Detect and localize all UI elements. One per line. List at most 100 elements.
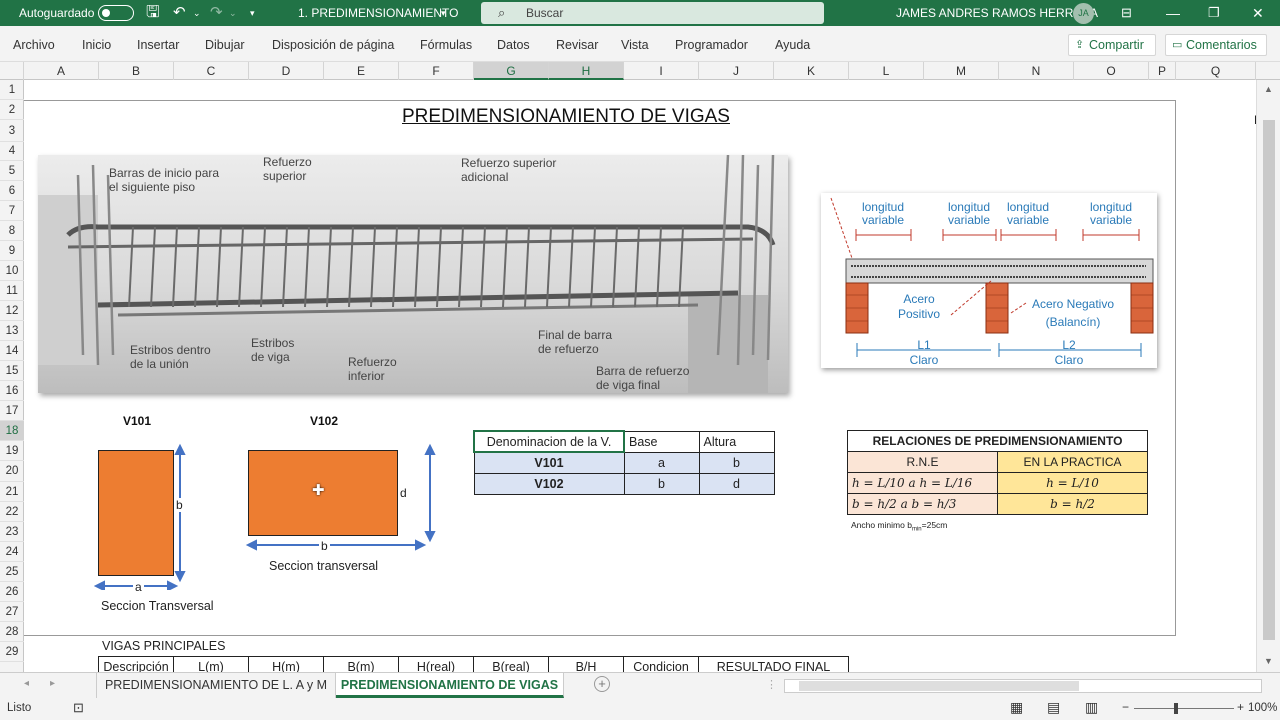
table-cell[interactable]: a bbox=[623, 451, 700, 474]
splitter-icon[interactable]: ⋮ bbox=[766, 678, 777, 691]
redo-dropdown-icon[interactable]: ⌄ bbox=[229, 0, 237, 26]
column-header[interactable]: D bbox=[249, 62, 324, 80]
tab-inicio[interactable]: Inicio bbox=[82, 26, 111, 62]
scroll-thumb[interactable] bbox=[1263, 120, 1275, 640]
column-header[interactable]: J bbox=[699, 62, 774, 80]
close-icon[interactable]: ✕ bbox=[1252, 0, 1264, 26]
row-header[interactable]: 20 bbox=[0, 461, 24, 482]
vertical-scrollbar[interactable]: ▲ ▼ bbox=[1256, 80, 1280, 672]
table-header-cell[interactable]: B(real) bbox=[473, 656, 549, 672]
tab-datos[interactable]: Datos bbox=[497, 26, 530, 62]
row-header[interactable]: 14 bbox=[0, 341, 24, 361]
accessibility-icon[interactable]: ⊡ bbox=[73, 700, 84, 716]
table-header-cell-selected[interactable]: Denominacion de la V. bbox=[473, 430, 625, 453]
zoom-out-icon[interactable]: − bbox=[1122, 700, 1129, 714]
table-header-cell[interactable]: Base bbox=[623, 430, 700, 453]
row-header[interactable]: 18 bbox=[0, 421, 24, 441]
table-cell[interactable]: d bbox=[698, 472, 775, 495]
row-header[interactable]: 13 bbox=[0, 321, 24, 341]
row-header[interactable]: 16 bbox=[0, 381, 24, 401]
column-header[interactable]: Q bbox=[1176, 62, 1256, 80]
column-header[interactable]: I bbox=[624, 62, 699, 80]
ribbon-display-icon[interactable]: ⊟ bbox=[1121, 0, 1132, 26]
column-header[interactable]: B bbox=[99, 62, 174, 80]
prev-sheet-icon[interactable]: ◂ bbox=[24, 678, 29, 689]
column-header[interactable]: N bbox=[999, 62, 1074, 80]
zoom-slider-handle[interactable] bbox=[1174, 703, 1178, 714]
column-header[interactable]: C bbox=[174, 62, 249, 80]
relations-header-rne[interactable]: R.N.E bbox=[847, 451, 998, 473]
column-header[interactable]: M bbox=[924, 62, 999, 80]
row-header[interactable]: 24 bbox=[0, 542, 24, 562]
table-cell[interactable]: V102 bbox=[473, 472, 625, 495]
undo-icon[interactable]: ↶ bbox=[173, 0, 186, 26]
column-header[interactable]: P bbox=[1149, 62, 1176, 80]
table-header-cell[interactable]: RESULTADO FINAL bbox=[698, 656, 849, 672]
table-header-cell[interactable]: H(m) bbox=[248, 656, 324, 672]
row-header[interactable]: 26 bbox=[0, 582, 24, 602]
horizontal-scrollbar[interactable] bbox=[784, 679, 1262, 693]
save-icon[interactable]: 🖫 bbox=[146, 0, 160, 26]
tab-disposicion[interactable]: Disposición de página bbox=[272, 26, 394, 62]
tab-dibujar[interactable]: Dibujar bbox=[205, 26, 245, 62]
search-box[interactable]: ⌕ Buscar bbox=[481, 2, 824, 24]
column-header[interactable]: F bbox=[399, 62, 474, 80]
sheet-tab-active[interactable]: PREDIMENSIONAMIENTO DE VIGAS bbox=[336, 673, 564, 698]
row-header[interactable]: 15 bbox=[0, 361, 24, 381]
row-header[interactable]: 23 bbox=[0, 522, 24, 542]
scroll-down-icon[interactable]: ▼ bbox=[1264, 656, 1273, 666]
normal-view-icon[interactable]: ▦ bbox=[1010, 699, 1023, 716]
column-header-selected[interactable]: H bbox=[549, 62, 624, 80]
relations-cell[interactable]: h = L/10 bbox=[997, 472, 1148, 494]
table-header-cell[interactable]: Condicion bbox=[623, 656, 699, 672]
tab-archivo[interactable]: Archivo bbox=[13, 26, 55, 62]
autosave-toggle[interactable] bbox=[98, 5, 134, 21]
relations-cell[interactable]: b = h/2 a b = h/3 bbox=[847, 493, 998, 515]
row-header[interactable]: 27 bbox=[0, 602, 24, 622]
redo-icon[interactable]: ↷ bbox=[210, 0, 223, 26]
table-header-cell[interactable]: L(m) bbox=[173, 656, 249, 672]
column-header[interactable]: O bbox=[1074, 62, 1149, 80]
file-name[interactable]: 1. PREDIMENSIONAMIENTO bbox=[298, 0, 458, 26]
avatar[interactable]: JA bbox=[1073, 3, 1094, 24]
tab-ayuda[interactable]: Ayuda bbox=[775, 26, 810, 62]
row-header[interactable]: 11 bbox=[0, 281, 24, 301]
row-header[interactable]: 4 bbox=[0, 142, 24, 161]
row-header[interactable]: 2 bbox=[0, 100, 24, 120]
row-header[interactable]: 9 bbox=[0, 241, 24, 261]
relations-header-practice[interactable]: EN LA PRACTICA bbox=[997, 451, 1148, 473]
table-header-cell[interactable]: Descripción bbox=[98, 656, 174, 672]
tab-formulas[interactable]: Fórmulas bbox=[420, 26, 472, 62]
row-header[interactable]: 12 bbox=[0, 301, 24, 321]
page-layout-icon[interactable]: ▤ bbox=[1047, 699, 1060, 716]
hscroll-thumb[interactable] bbox=[799, 681, 1079, 691]
tab-vista[interactable]: Vista bbox=[621, 26, 649, 62]
column-header[interactable]: E bbox=[324, 62, 399, 80]
zoom-level[interactable]: 100% bbox=[1248, 702, 1277, 714]
filename-chevron-icon[interactable]: ▾ bbox=[441, 0, 446, 26]
zoom-in-icon[interactable]: + bbox=[1237, 700, 1244, 714]
restore-icon[interactable]: ❐ bbox=[1208, 0, 1220, 26]
row-header[interactable]: 8 bbox=[0, 221, 24, 241]
select-all-corner[interactable] bbox=[0, 62, 24, 80]
tab-insertar[interactable]: Insertar bbox=[137, 26, 179, 62]
tab-revisar[interactable]: Revisar bbox=[556, 26, 598, 62]
relations-cell[interactable]: b = h/2 bbox=[997, 493, 1148, 515]
add-sheet-icon[interactable]: + bbox=[594, 676, 610, 692]
undo-dropdown-icon[interactable]: ⌄ bbox=[193, 0, 201, 26]
column-header[interactable]: K bbox=[774, 62, 849, 80]
row-header[interactable]: 28 bbox=[0, 622, 24, 642]
minimize-icon[interactable]: — bbox=[1166, 0, 1180, 26]
row-header[interactable]: 29 bbox=[0, 642, 24, 662]
table-header-cell[interactable]: B(m) bbox=[323, 656, 399, 672]
row-header[interactable]: 3 bbox=[0, 120, 24, 142]
relations-title[interactable]: RELACIONES DE PREDIMENSIONAMIENTO bbox=[847, 430, 1148, 452]
row-header[interactable]: 17 bbox=[0, 401, 24, 421]
table-cell[interactable]: b bbox=[698, 451, 775, 474]
share-button[interactable]: ⇪ Compartir bbox=[1068, 34, 1156, 56]
tab-programador[interactable]: Programador bbox=[675, 26, 748, 62]
row-header[interactable]: 25 bbox=[0, 562, 24, 582]
column-header[interactable]: L bbox=[849, 62, 924, 80]
row-header[interactable]: 7 bbox=[0, 201, 24, 221]
row-header[interactable]: 5 bbox=[0, 161, 24, 181]
